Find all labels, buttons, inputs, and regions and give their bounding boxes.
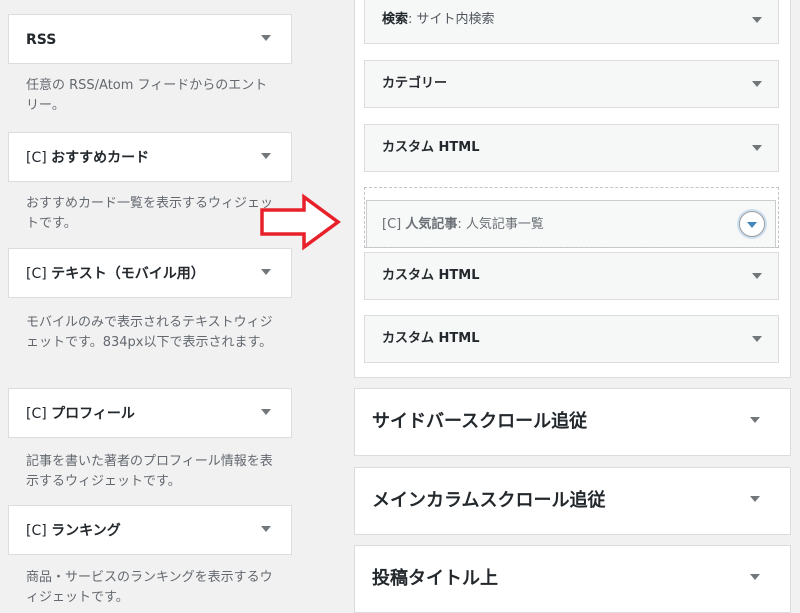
chevron-down-icon[interactable] [261,526,271,532]
chevron-down-icon[interactable] [261,409,271,415]
chevron-down-icon[interactable] [261,153,271,159]
available-widget-mobile-text[interactable]: [C] テキスト（モバイル用） [8,248,292,298]
chevron-down-icon[interactable] [750,496,760,502]
chevron-down-icon[interactable] [261,35,271,41]
widget-title: [C] テキスト（モバイル用） [26,266,205,282]
area-title: サイドバースクロール追従 [372,411,588,432]
widget-title: カスタム HTML [382,140,480,155]
available-widget-profile[interactable]: [C] プロフィール [8,388,292,438]
area-title: 投稿タイトル上 [372,568,498,589]
right-arrow-icon [260,193,341,251]
widget-area-sidebar-scroll[interactable]: サイドバースクロール追従 [354,388,791,456]
widget-title: カテゴリー [382,76,448,91]
sidebar-widget-category[interactable]: カテゴリー [364,60,779,108]
sidebar-widget-search[interactable]: 検索: サイト内検索 [364,0,779,44]
sidebar-widget-custom-html[interactable]: カスタム HTML [364,124,779,172]
chevron-down-icon[interactable] [739,211,765,237]
widget-title: [C] ランキング [26,523,121,539]
widget-title: [C] プロフィール [26,406,135,422]
widget-title: 検索: サイト内検索 [382,12,495,27]
widget-title: RSS [26,32,57,48]
widget-description: モバイルのみで表示されるテキストウィジェットです。834px以下で表示されます。 [26,315,273,350]
widget-description: おすすめカード一覧を表示するウィジェットです。 [26,196,274,231]
chevron-down-icon[interactable] [261,269,271,275]
dragging-widget-popular-posts[interactable]: [C] 人気記事: 人気記事一覧 [366,200,776,248]
chevron-down-icon[interactable] [752,273,762,279]
chevron-down-icon[interactable] [750,574,760,580]
widget-title: カスタム HTML [382,331,480,346]
available-widget-rss[interactable]: RSS [8,14,292,64]
widget-description: 記事を書いた著者のプロフィール情報を表示するウィジェットです。 [26,454,273,489]
area-title: メインカラムスクロール追従 [372,490,606,511]
chevron-down-icon[interactable] [752,17,762,23]
chevron-down-icon[interactable] [752,81,762,87]
chevron-down-icon[interactable] [752,336,762,342]
widget-area-above-post-title[interactable]: 投稿タイトル上 [354,545,791,613]
widget-description: 商品・サービスのランキングを表示するウィジェットです。 [26,570,273,605]
widget-title: [C] おすすめカード [26,150,150,166]
widget-area-main-scroll[interactable]: メインカラムスクロール追従 [354,467,791,535]
widget-title: [C] 人気記事: 人気記事一覧 [382,217,544,232]
widget-title: カスタム HTML [382,268,480,283]
chevron-down-icon[interactable] [752,145,762,151]
available-widget-recommend-card[interactable]: [C] おすすめカード [8,132,292,182]
available-widget-ranking[interactable]: [C] ランキング [8,505,292,555]
sidebar-widget-custom-html[interactable]: カスタム HTML [364,315,779,363]
chevron-down-icon[interactable] [750,417,760,423]
widget-description: 任意の RSS/Atom フィードからのエントリー。 [26,78,268,113]
sidebar-widget-custom-html[interactable]: カスタム HTML [364,252,779,300]
